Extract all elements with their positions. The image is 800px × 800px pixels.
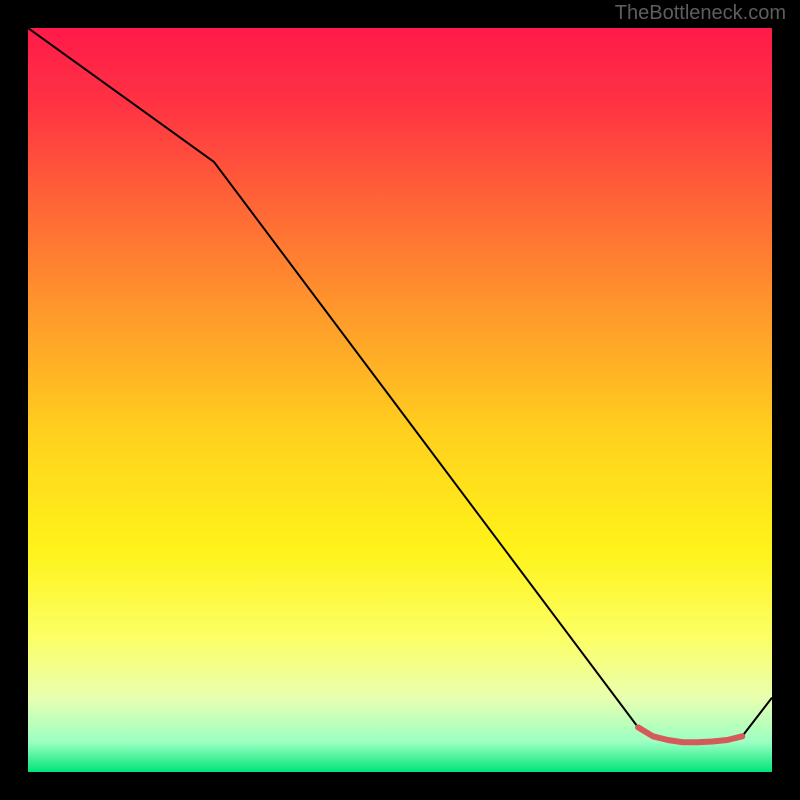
- plot-area: [28, 28, 772, 772]
- attribution-text: TheBottleneck.com: [615, 2, 786, 25]
- plot-svg: [28, 28, 772, 772]
- chart-container: TheBottleneck.com: [0, 0, 800, 800]
- gradient-background: [28, 28, 772, 772]
